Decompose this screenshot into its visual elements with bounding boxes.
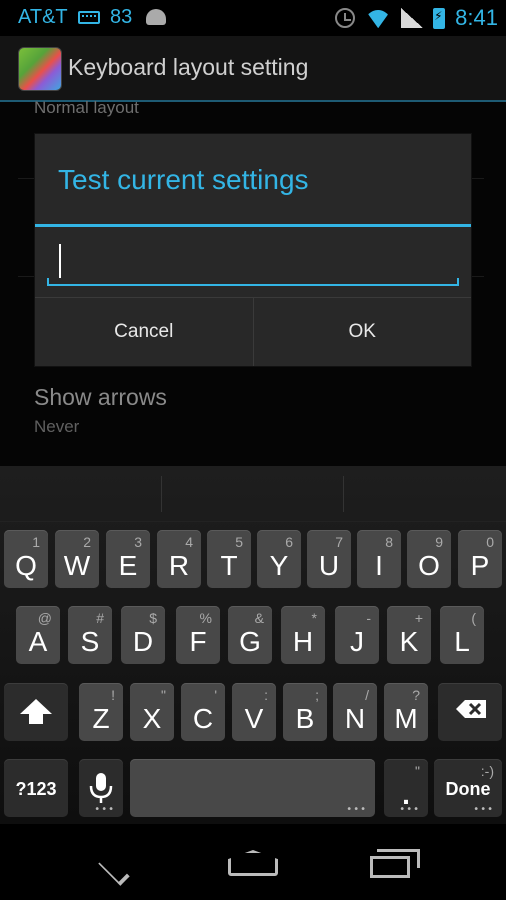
space-key[interactable]: •••	[130, 759, 375, 817]
key-z[interactable]: ! Z	[79, 683, 123, 741]
more-dots-icon: •••	[346, 804, 367, 815]
input-edge	[47, 278, 49, 286]
ok-button[interactable]: OK	[252, 298, 472, 366]
key-n[interactable]: / N	[333, 683, 377, 741]
key-w[interactable]: 2W	[55, 530, 99, 588]
input-edge	[457, 278, 459, 286]
app-icon[interactable]	[18, 47, 62, 91]
android-icon	[146, 9, 166, 25]
battery-level-label: 83	[110, 6, 133, 28]
more-dots-icon: •••	[94, 804, 115, 815]
key-e[interactable]: 3E	[106, 530, 150, 588]
key-b[interactable]: ; B	[283, 683, 327, 741]
key-u[interactable]: 7U	[307, 530, 351, 588]
back-icon	[98, 854, 130, 886]
key-h[interactable]: * H	[281, 606, 325, 664]
dialog-title: Test current settings	[58, 164, 309, 195]
status-icons: 8:41	[335, 4, 498, 32]
key-o[interactable]: 9O	[407, 530, 451, 588]
suggestion-divider	[343, 476, 344, 512]
key-k[interactable]: + K	[387, 606, 431, 664]
status-bar: AT&T 83 8:41	[0, 0, 506, 36]
more-dots-icon: •••	[399, 804, 420, 815]
suggestion-strip[interactable]	[0, 466, 506, 522]
test-text-input[interactable]	[47, 240, 459, 286]
key-v[interactable]: :V	[232, 683, 276, 741]
layout-preference-summary: Normal layout	[34, 98, 139, 117]
home-button[interactable]	[220, 844, 280, 884]
home-icon	[228, 850, 278, 876]
key-a[interactable]: @ A	[16, 606, 60, 664]
action-bar: Keyboard layout setting	[0, 36, 506, 102]
carrier-label: AT&T	[18, 6, 68, 28]
keyboard-icon	[78, 11, 100, 24]
backspace-icon	[456, 700, 486, 718]
signal-icon	[401, 8, 424, 28]
done-label: Done	[445, 779, 491, 799]
show-arrows-title[interactable]: Show arrows	[34, 384, 167, 411]
key-t[interactable]: 5T	[207, 530, 251, 588]
battery-icon	[433, 7, 446, 29]
key-i[interactable]: 8I	[357, 530, 401, 588]
clock-time: 8:41	[455, 5, 498, 30]
key-l[interactable]: (L	[440, 606, 484, 664]
test-settings-dialog: Test current settings Cancel OK	[35, 134, 471, 366]
key-m[interactable]: ? M	[384, 683, 428, 741]
period-key[interactable]: " . •••	[384, 759, 428, 817]
back-button[interactable]	[82, 844, 142, 886]
suggestion-divider	[161, 476, 162, 512]
recent-apps-icon	[370, 849, 420, 878]
alarm-icon	[335, 8, 356, 28]
key-d[interactable]: $ D	[121, 606, 165, 664]
done-key[interactable]: :-) Done •••	[434, 759, 502, 817]
key-c[interactable]: ' C	[181, 683, 225, 741]
recent-apps-button[interactable]	[362, 844, 422, 884]
navigation-bar	[0, 824, 506, 900]
key-x[interactable]: " X	[130, 683, 174, 741]
key-p[interactable]: 0P	[458, 530, 502, 588]
key-q[interactable]: 1Q	[4, 530, 48, 588]
voice-input-key[interactable]: •••	[79, 759, 123, 817]
backspace-key[interactable]	[438, 683, 502, 741]
shift-arrow-icon	[20, 699, 52, 724]
key-j[interactable]: -J	[335, 606, 379, 664]
shift-key[interactable]	[4, 683, 68, 741]
key-s[interactable]: # S	[68, 606, 112, 664]
key-r[interactable]: 4R	[157, 530, 201, 588]
dialog-title-divider	[35, 224, 471, 227]
key-g[interactable]: & G	[228, 606, 272, 664]
wifi-icon	[365, 8, 391, 28]
show-arrows-summary: Never	[34, 417, 80, 436]
page-title: Keyboard layout setting	[68, 54, 309, 80]
cancel-button[interactable]: Cancel	[35, 298, 253, 366]
symbols-label: ?123	[15, 779, 57, 799]
key-f[interactable]: % F	[176, 606, 220, 664]
more-dots-icon: •••	[473, 804, 494, 815]
symbols-key[interactable]: ?123	[4, 759, 68, 817]
dialog-button-bar: Cancel OK	[35, 297, 471, 366]
key-y[interactable]: 6Y	[257, 530, 301, 588]
text-cursor	[59, 244, 61, 278]
soft-keyboard: 1Q 2W 3E 4R 5T 6Y 7U 8I 9O 0P @ A # S $ D %…	[0, 466, 506, 824]
